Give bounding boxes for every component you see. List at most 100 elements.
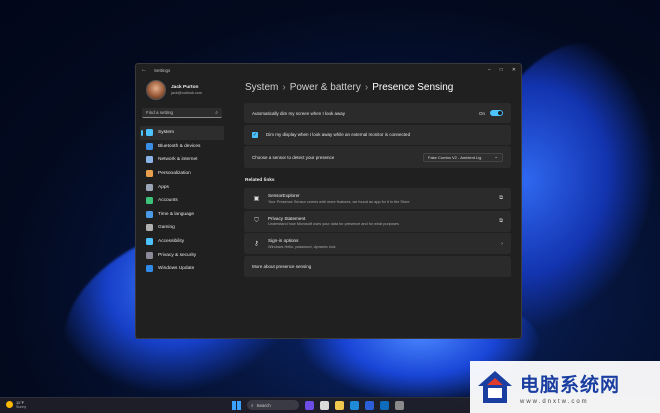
- settings-gear-icon[interactable]: [395, 400, 404, 410]
- sidebar-item-accessibility[interactable]: Accessibility: [140, 235, 224, 249]
- user-email: jack@outlook.com: [171, 91, 203, 95]
- minimize-icon[interactable]: –: [488, 67, 491, 73]
- store-icon[interactable]: [365, 400, 374, 410]
- sidebar-item-network-internet[interactable]: Network & internet: [140, 153, 224, 167]
- main-content: System › Power & battery › Presence Sensing …: [244, 76, 511, 338]
- task-view-icon[interactable]: [320, 400, 329, 410]
- more-about-presence-link[interactable]: More about presence sensing: [244, 255, 511, 277]
- search-icon: ⌕: [215, 109, 218, 116]
- window-title: Settings: [154, 67, 171, 73]
- sidebar-item-accounts[interactable]: Accounts: [140, 194, 224, 208]
- sidebar-item-label: System: [158, 130, 174, 136]
- copilot-icon[interactable]: [305, 400, 314, 410]
- sidebar-item-label: Time & language: [158, 211, 195, 217]
- breadcrumb-system[interactable]: System: [245, 82, 278, 93]
- dim-screen-label: Automatically dim my screen when I look …: [252, 110, 346, 116]
- page-title: Presence Sensing: [372, 82, 454, 93]
- external-link-icon: ⧉: [499, 195, 503, 201]
- site-watermark: 电脑系统网 www.dnxtw.com: [470, 361, 660, 413]
- toggle-state: On: [478, 110, 485, 116]
- sidebar-item-label: Network & internet: [158, 157, 198, 163]
- network-icon: [146, 156, 153, 164]
- sensor-selected: Fake Combo V2 - Ambient Lig: [428, 154, 482, 160]
- system-icon: [146, 129, 153, 137]
- chevron-right-icon: ›: [364, 82, 369, 93]
- sidebar-item-privacy-security[interactable]: Privacy & security: [140, 248, 224, 262]
- dim-screen-toggle[interactable]: [490, 109, 503, 117]
- app-icon: ▣: [253, 196, 260, 202]
- dim-external-setting: ✓ Dim my display when I look away while …: [244, 124, 511, 145]
- sidebar-item-apps[interactable]: Apps: [140, 180, 224, 194]
- link-description: Your Presence Sensor comes with more fea…: [268, 199, 410, 204]
- link-title: Privacy Statement: [268, 215, 306, 221]
- maximize-icon[interactable]: □: [500, 67, 503, 73]
- sidebar-item-label: Privacy & security: [158, 252, 197, 258]
- accounts-icon: [146, 197, 153, 205]
- taskbar-center: ⌕ Search: [232, 400, 404, 410]
- sidebar-item-label: Gaming: [158, 225, 175, 231]
- title-bar: ← Settings – □ ✕: [136, 64, 521, 76]
- sidebar-item-personalization[interactable]: Personalization: [140, 167, 224, 181]
- weather-widget[interactable]: 11°F Sunny: [6, 400, 26, 409]
- mail-icon[interactable]: [380, 400, 389, 410]
- sidebar-item-label: Apps: [158, 184, 169, 190]
- globe-clock-icon: [146, 210, 153, 218]
- back-arrow-icon[interactable]: ←: [141, 67, 147, 73]
- chevron-right-icon: ›: [282, 82, 286, 93]
- sensor-label: Choose a sensor to detect your presence: [252, 154, 335, 160]
- sidebar: Jack Purton jack@outlook.com Find a sett…: [136, 76, 228, 338]
- edge-icon[interactable]: [350, 400, 359, 410]
- settings-window: ← Settings – □ ✕ Jack Purton jack@outloo…: [135, 63, 522, 339]
- sidebar-item-label: Bluetooth & devices: [158, 143, 201, 149]
- breadcrumb-power[interactable]: Power & battery: [290, 82, 361, 93]
- watermark-brand: 电脑系统网: [520, 373, 621, 396]
- link-sensorexplorer[interactable]: ▣ SensorExplorer Your Presence Sensor co…: [244, 188, 511, 209]
- chevron-right-icon: ›: [501, 240, 503, 247]
- brush-icon: [146, 170, 153, 178]
- taskbar-search[interactable]: ⌕ Search: [247, 400, 299, 410]
- breadcrumb: System › Power & battery › Presence Sensing: [245, 82, 511, 93]
- sensor-dropdown[interactable]: Fake Combo V2 - Ambient Lig ⌄: [423, 152, 503, 162]
- sidebar-item-label: Accounts: [158, 198, 178, 204]
- related-links-heading: Related links: [245, 178, 275, 183]
- sidebar-item-label: Personalization: [158, 171, 191, 177]
- sidebar-item-label: Windows Update: [158, 266, 195, 272]
- chevron-down-icon: ⌄: [494, 154, 498, 159]
- sidebar-item-bluetooth-devices[interactable]: Bluetooth & devices: [140, 140, 224, 154]
- dim-screen-setting: Automatically dim my screen when I look …: [244, 103, 511, 123]
- start-button[interactable]: [232, 400, 241, 410]
- external-link-icon: ⧉: [499, 217, 503, 224]
- sidebar-item-time-language[interactable]: Time & language: [140, 208, 224, 222]
- more-about-label: More about presence sensing: [252, 263, 312, 269]
- watermark-url: www.dnxtw.com: [520, 398, 589, 405]
- update-icon: [146, 265, 153, 273]
- taskbar-search-label: Search: [256, 402, 271, 408]
- sidebar-nav: System Bluetooth & devices Network & inter…: [140, 126, 224, 276]
- close-icon[interactable]: ✕: [512, 67, 516, 73]
- shield-icon: [146, 251, 153, 259]
- search-icon: ⌕: [251, 402, 254, 408]
- link-description: Understand how Microsoft uses your data …: [268, 222, 399, 227]
- shield-icon: ⛉: [254, 217, 259, 224]
- bluetooth-icon: [146, 142, 153, 150]
- apps-icon: [146, 183, 153, 191]
- weather-condition: Sunny: [16, 405, 27, 409]
- sensor-setting: Choose a sensor to detect your presence …: [244, 146, 511, 168]
- avatar: [146, 80, 166, 100]
- sun-icon: [6, 401, 13, 408]
- dim-external-label: Dim my display when I look away while an…: [266, 132, 411, 137]
- user-profile[interactable]: Jack Purton jack@outlook.com: [140, 76, 224, 108]
- link-privacy-statement[interactable]: ⛉ Privacy Statement Understand how Micro…: [244, 210, 511, 232]
- caption-buttons: – □ ✕: [488, 67, 516, 73]
- sidebar-item-gaming[interactable]: Gaming: [140, 221, 224, 235]
- house-logo-icon: [478, 371, 512, 403]
- file-explorer-icon[interactable]: [335, 400, 344, 410]
- link-sign-in-options[interactable]: ⚷ Sign-in options Windows Hello, passwor…: [244, 233, 511, 254]
- user-name: Jack Purton: [171, 85, 199, 90]
- link-description: Windows Hello, password, dynamic lock: [268, 244, 336, 249]
- dim-external-checkbox[interactable]: ✓: [252, 131, 258, 138]
- sidebar-item-windows-update[interactable]: Windows Update: [140, 262, 224, 276]
- search-input[interactable]: Find a setting ⌕: [142, 108, 222, 118]
- sidebar-item-system[interactable]: System: [140, 126, 224, 140]
- sidebar-item-label: Accessibility: [158, 239, 185, 245]
